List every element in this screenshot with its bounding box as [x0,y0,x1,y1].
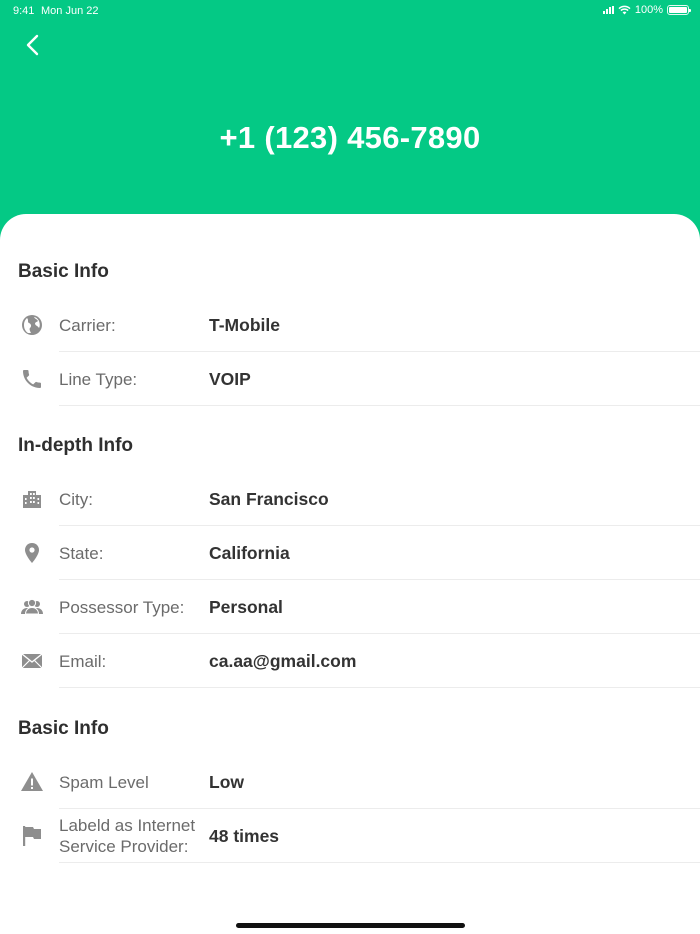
phone-number-title: +1 (123) 456-7890 [219,120,481,155]
info-row-city: City: San Francisco [0,472,700,526]
carrier-label: Carrier: [59,315,116,335]
line-type-label: Line Type: [59,369,138,389]
email-value: ca.aa@gmail.com [209,650,357,671]
city-value: San Francisco [209,488,329,509]
globe-icon [22,315,42,335]
info-row-email: Email: ca.aa@gmail.com [0,634,700,688]
spam-level-label: Spam Level [59,772,149,792]
wifi-icon [618,5,631,15]
info-row-possessor-type: Possessor Type: Personal [0,580,700,634]
flag-icon [23,826,41,846]
possessor-type-value: Personal [209,596,283,617]
isp-value: 48 times [209,825,280,846]
info-row-line-type: Line Type: VOIP [0,352,700,406]
phone-icon [23,370,41,388]
state-value: California [209,542,290,563]
section-title-in-depth-info: In-depth Info [18,435,134,456]
section-title-basic-info: Basic Info [18,261,109,282]
location-pin-icon [25,543,39,563]
warning-icon [21,772,43,791]
status-bar: 9:41 Mon Jun 22 100% [0,0,700,22]
row-divider [59,862,700,863]
envelope-icon [21,653,43,669]
info-row-isp-labels: Labeld as Internet Service Provider: 48 … [0,809,700,863]
carrier-value: T-Mobile [209,314,280,335]
info-row-spam-level: Spam Level Low [0,755,700,809]
details-card: Basic Info Carrier: T-Mobile Line Type: … [0,214,700,934]
battery-percent: 100% [634,4,663,16]
row-divider [59,687,700,688]
back-button[interactable] [20,32,46,58]
email-label: Email: [59,651,107,671]
info-row-state: State: California [0,526,700,580]
isp-label: Labeld as Internet Service Provider: [59,816,196,856]
line-type-value: VOIP [209,368,251,389]
info-row-carrier: Carrier: T-Mobile [0,298,700,352]
chevron-left-icon [26,34,39,56]
status-time: 9:41 [13,5,35,17]
cellular-signal-icon [602,6,614,14]
status-indicators: 100% [602,4,691,16]
home-indicator[interactable] [236,923,465,928]
row-divider [59,405,700,406]
state-label: State: [59,543,104,563]
possessor-type-label: Possessor Type: [59,597,185,617]
spam-level-value: Low [209,771,244,792]
status-date: Mon Jun 22 [41,5,99,17]
city-label: City: [59,489,93,509]
section-title-spam-info: Basic Info [18,718,109,739]
people-icon [21,598,43,615]
building-icon [23,491,41,508]
battery-icon [667,5,691,15]
